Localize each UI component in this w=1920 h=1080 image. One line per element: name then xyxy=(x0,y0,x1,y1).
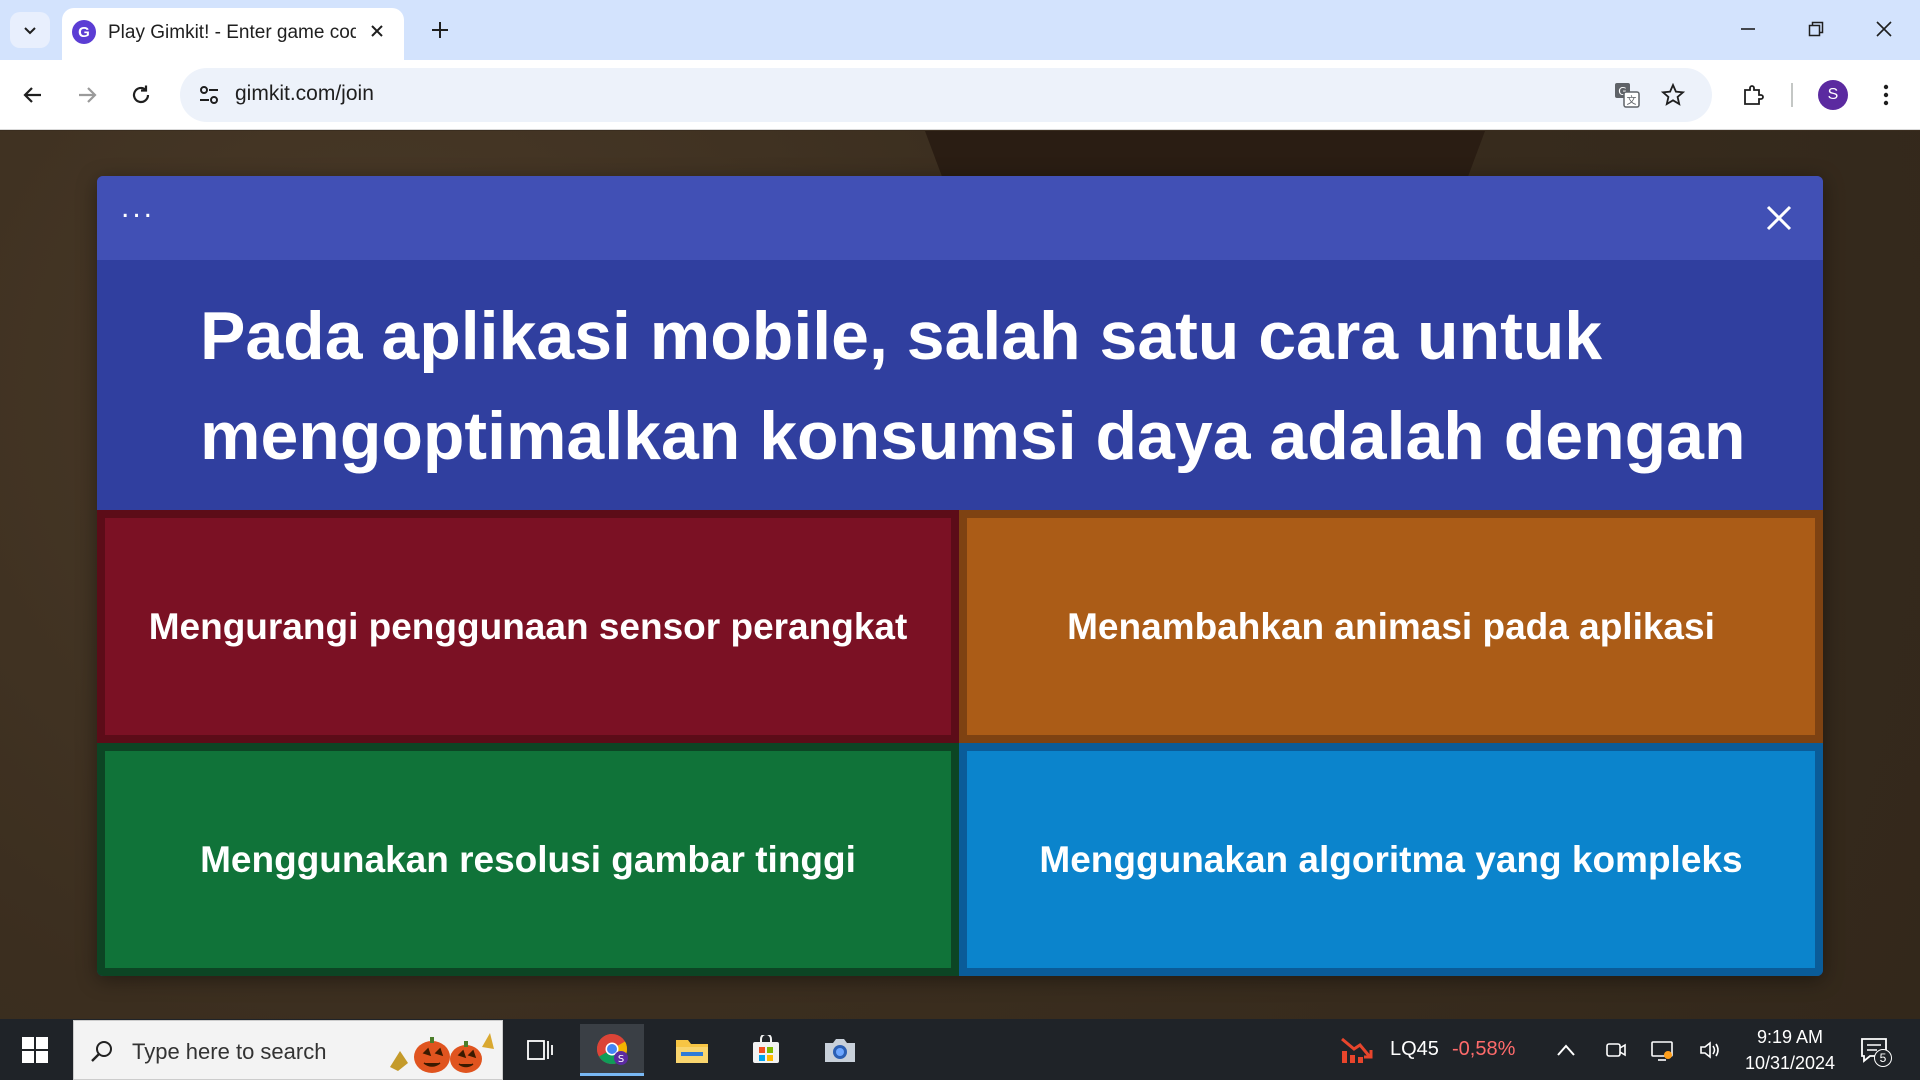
svg-text:文: 文 xyxy=(1627,94,1637,107)
task-view-button[interactable] xyxy=(508,1024,572,1076)
clock-date[interactable]: 10/31/2024 xyxy=(1735,1053,1845,1074)
question-modal: ... Pada aplikasi mobile, salah satu car… xyxy=(97,176,1823,976)
store-icon xyxy=(753,1035,779,1063)
halloween-pumpkins-icon xyxy=(390,1033,494,1073)
browser-tab[interactable]: G Play Gimkit! - Enter game code xyxy=(62,8,404,60)
show-hidden-icons-button[interactable] xyxy=(1552,1036,1580,1064)
task-view-icon xyxy=(527,1040,553,1060)
clock-time[interactable]: 9:19 AM xyxy=(1740,1027,1840,1048)
window-restore-button[interactable] xyxy=(1788,6,1844,52)
gimkit-favicon-icon: G xyxy=(72,20,96,44)
answer-option-1[interactable]: Mengurangi penggunaan sensor perangkat xyxy=(97,510,959,743)
restore-icon xyxy=(1808,21,1824,37)
toolbar-separator xyxy=(1791,83,1793,107)
close-icon xyxy=(1766,205,1792,231)
arrow-left-icon xyxy=(23,87,41,103)
bookmark-button[interactable] xyxy=(1658,80,1688,110)
forward-button[interactable] xyxy=(66,74,108,116)
reload-button[interactable] xyxy=(120,74,162,116)
meet-icon xyxy=(1606,1043,1626,1057)
network-icon xyxy=(1651,1041,1673,1061)
tune-icon xyxy=(200,86,218,104)
browser-toolbar: gimkit.com/join G 文 S xyxy=(0,60,1920,130)
answer-option-4[interactable]: Menggunakan algoritma yang kompleks xyxy=(959,743,1823,976)
extensions-button[interactable] xyxy=(1735,77,1771,113)
window-close-button[interactable] xyxy=(1856,6,1912,52)
chevron-up-icon xyxy=(1557,1044,1575,1056)
plus-icon xyxy=(432,22,448,38)
browser-menu-button[interactable] xyxy=(1868,77,1904,113)
search-icon xyxy=(88,1037,116,1065)
background-decoration xyxy=(925,131,1485,176)
answer-option-3[interactable]: Menggunakan resolusi gambar tinggi xyxy=(97,743,959,976)
answer-label: Menambahkan animasi pada aplikasi xyxy=(1067,605,1715,647)
windows-taskbar: Type here to search S LQ45 -0,58% 9:19 A… xyxy=(0,1019,1920,1080)
translate-icon: G 文 xyxy=(1615,83,1640,108)
stock-name[interactable]: LQ45 xyxy=(1390,1038,1439,1061)
windows-logo-icon xyxy=(22,1037,48,1063)
answer-option-2[interactable]: Menambahkan animasi pada aplikasi xyxy=(959,510,1823,743)
star-icon xyxy=(1661,83,1685,106)
translate-button[interactable]: G 文 xyxy=(1612,80,1642,110)
url-text: gimkit.com/join xyxy=(235,82,374,105)
taskbar-file-explorer[interactable] xyxy=(660,1024,724,1076)
taskbar-search-box[interactable]: Type here to search xyxy=(73,1020,503,1080)
answer-label: Menggunakan algoritma yang kompleks xyxy=(1039,838,1743,880)
close-icon xyxy=(1876,21,1892,37)
reload-icon xyxy=(132,85,150,104)
taskbar-microsoft-store[interactable] xyxy=(734,1024,798,1076)
site-info-button[interactable] xyxy=(194,80,224,110)
tab-title: Play Gimkit! - Enter game code xyxy=(108,22,356,43)
more-vert-icon xyxy=(1883,84,1889,106)
stock-down-icon xyxy=(1341,1037,1373,1063)
address-bar[interactable]: gimkit.com/join G 文 xyxy=(180,68,1712,122)
network-button[interactable] xyxy=(1648,1036,1676,1064)
arrow-right-icon xyxy=(79,87,97,103)
meet-now-button[interactable] xyxy=(1602,1036,1630,1064)
puzzle-icon xyxy=(1744,85,1764,105)
close-icon xyxy=(371,25,383,37)
profile-avatar[interactable]: S xyxy=(1818,80,1848,110)
notification-badge: 5 xyxy=(1874,1049,1892,1067)
back-button[interactable] xyxy=(12,74,54,116)
start-button[interactable] xyxy=(10,1029,60,1071)
taskbar-chrome[interactable]: S xyxy=(580,1024,644,1076)
modal-close-button[interactable] xyxy=(1759,198,1799,238)
folder-icon xyxy=(676,1040,708,1063)
new-tab-button[interactable] xyxy=(423,13,457,47)
modal-menu-button[interactable]: ... xyxy=(121,193,155,223)
modal-header: ... xyxy=(97,176,1823,260)
answer-label: Menggunakan resolusi gambar tinggi xyxy=(200,838,856,880)
answer-label: Mengurangi penggunaan sensor perangkat xyxy=(148,605,908,647)
taskbar-camera[interactable] xyxy=(808,1024,872,1076)
browser-tab-bar: G Play Gimkit! - Enter game code xyxy=(0,0,1920,60)
stock-change[interactable]: -0,58% xyxy=(1452,1038,1515,1061)
chevron-down-icon xyxy=(24,27,36,35)
svg-text:S: S xyxy=(618,1054,624,1065)
volume-button[interactable] xyxy=(1696,1036,1724,1064)
minimize-icon xyxy=(1741,28,1755,30)
chrome-icon: S xyxy=(596,1033,628,1065)
camera-icon xyxy=(825,1039,855,1062)
window-minimize-button[interactable] xyxy=(1720,6,1776,52)
tab-search-button[interactable] xyxy=(10,12,50,48)
speaker-icon xyxy=(1700,1041,1719,1059)
tab-close-button[interactable] xyxy=(364,18,390,44)
search-placeholder: Type here to search xyxy=(132,1039,327,1064)
